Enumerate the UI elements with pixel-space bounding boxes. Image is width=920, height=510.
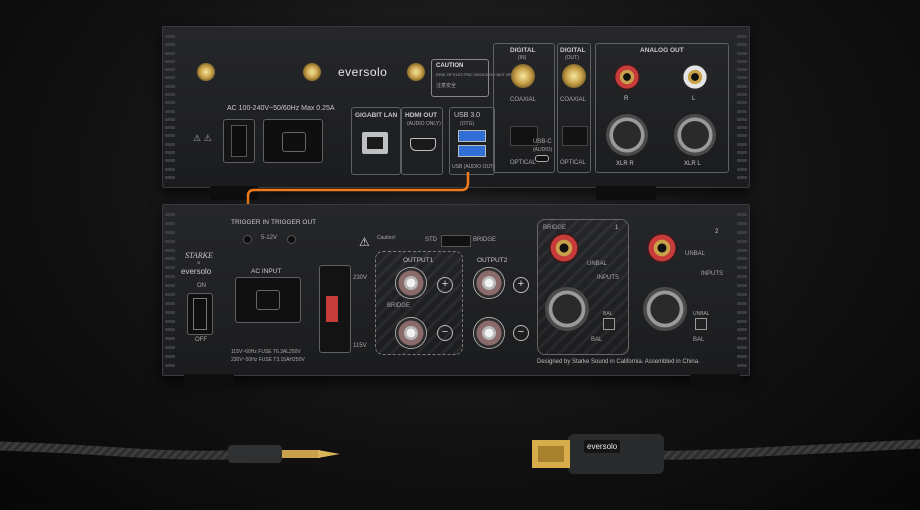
aux-plug-tip	[282, 450, 320, 458]
usb-plug-brand: eversolo	[584, 440, 621, 453]
aux-plug-body	[228, 445, 282, 463]
usb-cable-braid	[659, 439, 920, 460]
cables	[0, 434, 920, 474]
aux-cable-braid	[0, 441, 231, 460]
